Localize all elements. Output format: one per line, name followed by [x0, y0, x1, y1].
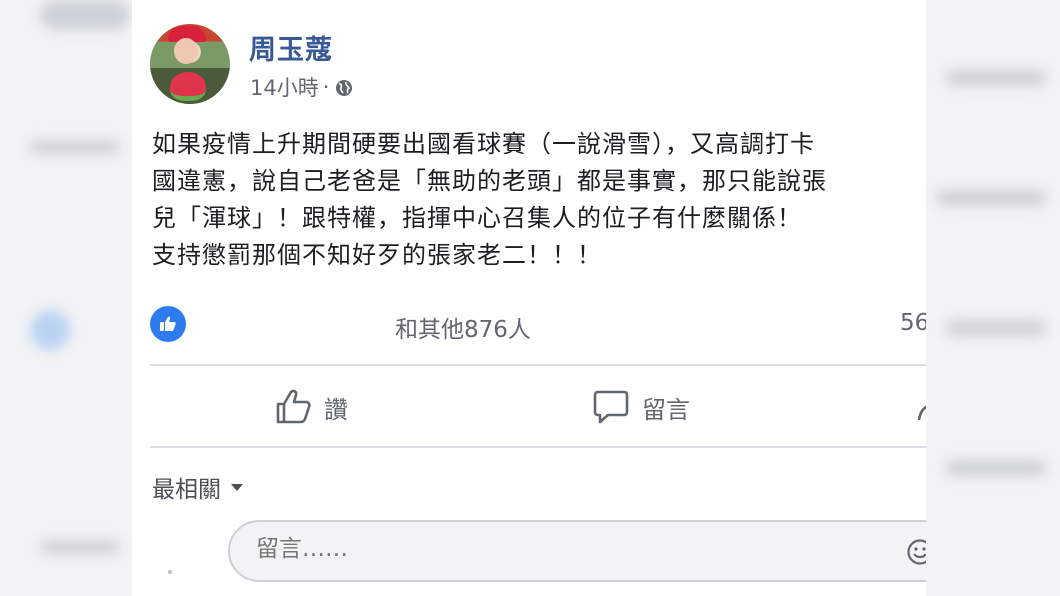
author-name[interactable]: 周玉蔻 [249, 28, 333, 67]
comment-button[interactable]: 留言 [592, 384, 690, 430]
speech-bubble-icon [593, 390, 629, 424]
thumbs-up-icon[interactable] [150, 306, 186, 342]
post-body-line: 國違憲，說自己老爸是「無助的老頭」都是事實，那只能說張 [152, 167, 827, 195]
post-body-line: 支持懲罰那個不知好歹的張家老二！！！ [152, 241, 602, 269]
like-label: 讚 [324, 395, 348, 424]
divider [150, 364, 926, 366]
meta-separator: · [322, 75, 330, 99]
post-meta: 14小時 · [250, 72, 353, 102]
smile-icon[interactable] [906, 538, 926, 566]
divider [150, 446, 926, 448]
post-time[interactable]: 14小時 [250, 72, 319, 102]
thumbs-up-outline-icon [276, 389, 311, 424]
globe-icon [335, 78, 353, 96]
sort-label: 最相關 [152, 477, 221, 503]
share-arrow-icon [917, 405, 926, 421]
background-left-blur [0, 0, 132, 596]
background-right-blur [926, 0, 1060, 596]
comment-count[interactable]: 56 [900, 310, 926, 336]
post-body-line: 如果疫情上升期間硬要出國看球賽（一說滑雪），又高調打卡 [152, 130, 815, 158]
post-body-line: 兒「渾球」！跟特權，指揮中心召集人的位子有什麼關係！ [152, 204, 802, 232]
comment-sort-dropdown[interactable]: 最相關 [152, 470, 243, 504]
share-button[interactable] [916, 384, 926, 430]
comment-input[interactable] [256, 536, 756, 562]
reaction-summary[interactable]: 和其他876人 [395, 310, 531, 344]
comment-label: 留言 [642, 395, 690, 424]
post-body: 如果疫情上升期間硬要出國看球賽（一說滑雪），又高調打卡 國違憲，說自己老爸是「無… [152, 126, 926, 274]
caret-down-icon [231, 483, 243, 491]
commenter-avatar-placeholder [168, 570, 172, 574]
comment-composer[interactable] [228, 520, 926, 582]
avatar[interactable] [150, 24, 230, 104]
post-card: 周玉蔻 14小時 · 如果疫情上升期間硬要出國看球賽（一說滑雪），又高調打卡 國… [132, 0, 926, 596]
like-button[interactable]: 讚 [274, 384, 348, 430]
